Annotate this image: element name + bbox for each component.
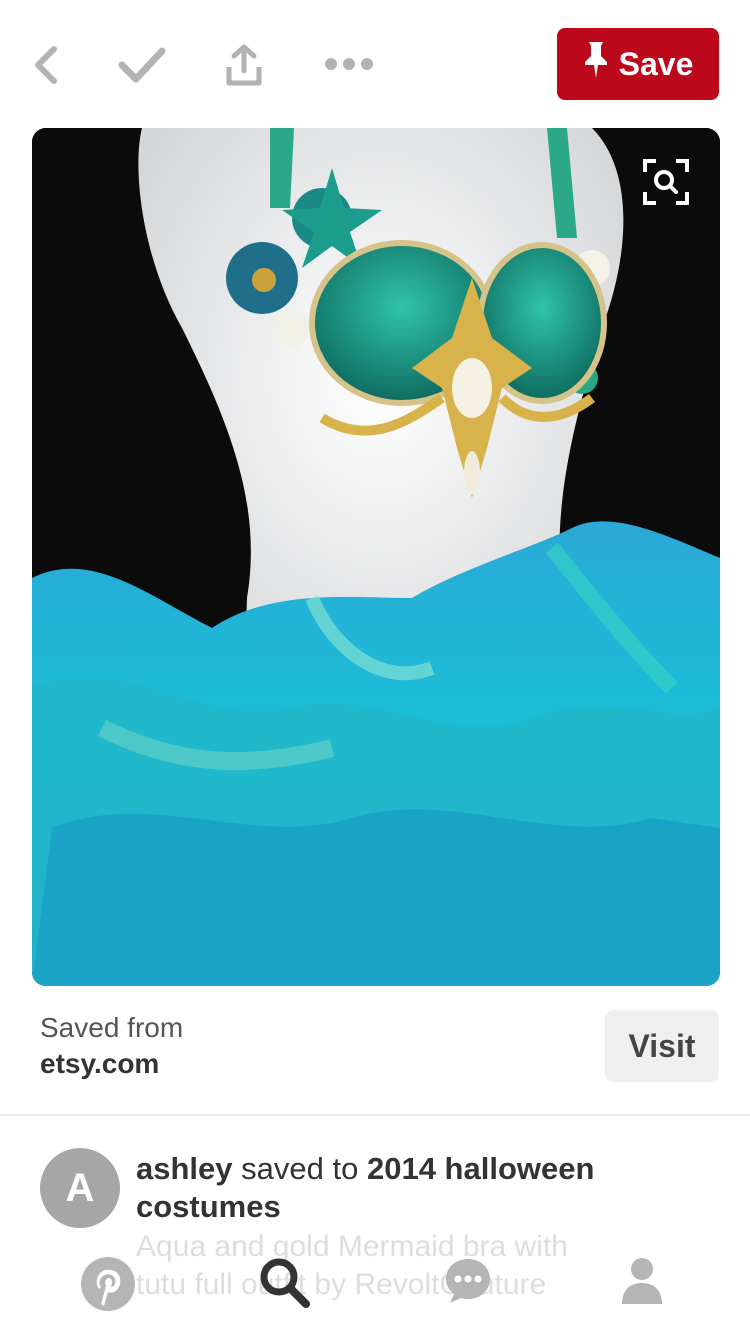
saved-from-label: Saved from [40,1012,184,1043]
chat-bubble-icon[interactable] [444,1256,492,1306]
visit-button[interactable]: Visit [605,1010,719,1082]
search-icon[interactable] [258,1256,312,1310]
checkmark-icon[interactable] [112,38,172,92]
saver-username[interactable]: ashley [136,1151,233,1186]
profile-icon[interactable] [620,1256,664,1306]
avatar[interactable]: A [40,1148,120,1228]
save-button[interactable]: Save [557,28,719,100]
saved-to-connector: saved to [241,1151,359,1186]
top-toolbar: Save [0,0,750,128]
pinterest-logo-icon[interactable] [80,1256,136,1312]
visual-search-icon[interactable] [642,158,690,206]
pin-icon [583,40,609,88]
save-label: Save [618,45,694,82]
saved-to-text: ashley saved to 2014 halloween costumes [136,1150,696,1226]
divider [0,1114,750,1116]
mermaid-costume-photo [32,128,720,986]
pin-image[interactable] [32,128,720,986]
chevron-left-icon[interactable] [20,38,70,92]
source-domain[interactable]: etsy.com [40,1048,159,1080]
share-icon[interactable] [216,36,272,94]
bottom-nav [0,1250,750,1334]
more-dots-icon[interactable] [318,44,380,84]
